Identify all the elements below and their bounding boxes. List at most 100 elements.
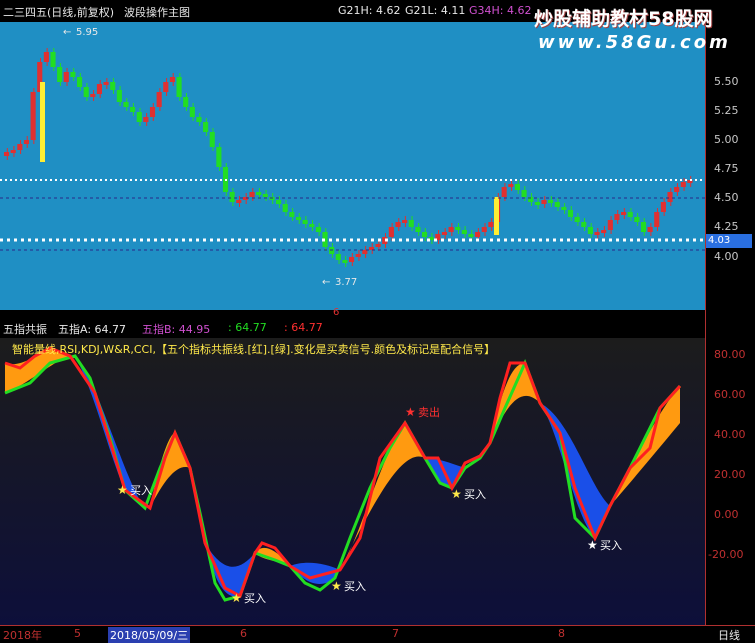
candle-body <box>30 92 36 140</box>
star-icon: ★ <box>587 538 598 552</box>
candle-body <box>574 217 580 222</box>
candle-body <box>395 222 401 227</box>
candle-body <box>567 210 574 217</box>
candle-body <box>660 202 666 212</box>
buy-label: 买入 <box>464 488 486 501</box>
price-tick: 4.25 <box>714 220 739 233</box>
right-axis[interactable]: 5.50 5.25 5.00 4.75 4.50 4.25 4.00 4.03 … <box>705 22 755 625</box>
candle-body <box>402 220 408 223</box>
star-icon: ★ <box>231 591 242 605</box>
candle-body <box>295 217 302 220</box>
price-chart-svg: ← 5.95 ← 3.77 <box>0 27 705 288</box>
candle-body <box>388 227 394 237</box>
buy-label: 买入 <box>600 539 622 552</box>
candle-body <box>335 254 341 260</box>
indicator-panel[interactable]: ★ 买入 ★ 买入 ★ 买入 ★ 卖出 ★ 买入 ★ 买入 智能量线,RSI,K… <box>0 338 705 625</box>
month-label: 7 <box>392 627 399 640</box>
g21h-value: G21H: 4.62 <box>338 4 401 17</box>
indicator-tick: 0.00 <box>714 508 739 521</box>
candle-body <box>183 97 189 107</box>
price-tick: 5.50 <box>714 75 739 88</box>
watermark-url: www.58Gu.com <box>538 32 731 53</box>
candle-body <box>534 202 540 205</box>
candle-body <box>57 67 63 82</box>
candle-body <box>408 220 414 227</box>
candle-body <box>654 212 660 227</box>
buy-label: 买入 <box>130 484 152 497</box>
g21l-value: G21L: 4.11 <box>405 4 466 17</box>
candle-body <box>488 222 494 227</box>
candle-body <box>508 184 514 187</box>
candle-body <box>607 220 613 230</box>
buy-label: 买入 <box>244 592 266 605</box>
candle-body <box>143 117 149 122</box>
candle-body <box>96 84 103 94</box>
candle-body <box>83 87 89 97</box>
candle-body <box>475 232 481 237</box>
month-label: 6 <box>240 627 247 640</box>
candle-body <box>349 257 355 262</box>
buy-signal-1: ★ 买入 <box>117 483 152 497</box>
candle-body <box>455 227 461 230</box>
candle-body <box>461 230 467 234</box>
buy-signal-5: ★ 买入 <box>587 538 622 552</box>
candle-body <box>415 227 421 232</box>
indicator-tick: 80.00 <box>714 348 746 361</box>
chart-mode[interactable]: 波段操作主图 <box>124 4 190 20</box>
candle-body <box>23 140 30 144</box>
period-label[interactable]: 日线 <box>718 627 740 643</box>
candle-body <box>627 212 633 217</box>
stock-title[interactable]: 二三四五(日线,前复权) <box>3 4 114 20</box>
sell-label: 卖出 <box>418 405 440 419</box>
indicator-a: 五指A: 64.77 <box>58 323 127 336</box>
candle-body <box>276 200 282 204</box>
candle-body <box>614 214 620 220</box>
candle-body <box>594 232 600 235</box>
price-tick: 5.25 <box>714 104 739 117</box>
indicator-tick: -20.00 <box>708 548 744 561</box>
indicator-header: 五指共振 五指A: 64.77 五指B: 44.95 : 64.77 : 64.… <box>0 318 755 338</box>
candle-body <box>289 212 295 217</box>
candle-body <box>448 227 454 232</box>
candle-body <box>634 217 640 222</box>
indicator-description: 智能量线,RSI,KDJ,W&R,CCI,【五个指标共振线.[红].[绿].变化… <box>12 343 496 356</box>
candle-body <box>421 232 428 237</box>
price-chart[interactable]: ← 5.95 ← 3.77 <box>0 22 705 310</box>
indicator-tick: 60.00 <box>714 388 746 401</box>
date-bar[interactable]: 2018年 5 2018/05/09/三 6 7 8 日线 <box>0 625 755 643</box>
signal-bar <box>494 197 499 235</box>
candle-body <box>70 72 76 77</box>
candle-body <box>4 152 10 156</box>
candle-body <box>90 94 96 97</box>
candle-body <box>249 192 255 197</box>
price-tick: 4.50 <box>714 191 739 204</box>
candle-body <box>680 182 686 187</box>
low-arrow: ← <box>322 277 330 288</box>
candle-body <box>601 230 607 233</box>
candle-body <box>674 187 680 192</box>
candle-body <box>209 132 215 147</box>
buy-signal-4: ★ 买入 <box>451 487 486 501</box>
indicator-b: 五指B: 44.95 <box>142 323 211 336</box>
watermark-title: 炒股辅助教材58股网 <box>534 8 713 30</box>
buy-signal-2: ★ 买入 <box>231 591 266 605</box>
low-label: 3.77 <box>335 277 357 288</box>
candle-body <box>468 234 474 237</box>
candle-body <box>43 52 49 62</box>
candle-body <box>116 90 122 102</box>
candle-body <box>541 200 547 204</box>
price-tick: 4.00 <box>714 250 739 263</box>
candle-body <box>103 82 109 85</box>
candle-body <box>554 202 560 207</box>
signal-bar <box>40 82 45 162</box>
candle-body <box>76 77 83 87</box>
candle-body <box>130 107 136 112</box>
candle-body <box>667 192 673 202</box>
high-arrow: ← <box>63 27 71 38</box>
candle-body <box>587 227 593 234</box>
candle-body <box>302 220 308 224</box>
candle-body <box>110 82 116 90</box>
watermark: 炒股辅助教材58股网 www.58Gu.com <box>530 0 755 60</box>
indicator-name[interactable]: 五指共振 <box>3 321 47 337</box>
price-tick: 5.00 <box>714 133 739 146</box>
